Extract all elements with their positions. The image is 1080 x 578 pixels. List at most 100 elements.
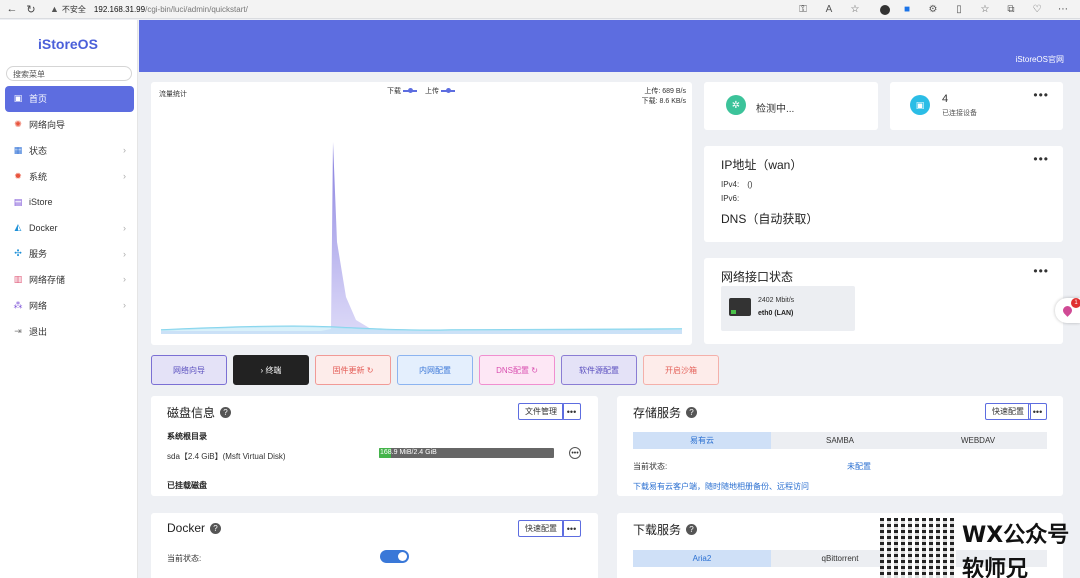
network-wizard-button[interactable]: 网络向导	[151, 355, 227, 385]
tab-yiyouyun[interactable]: 易有云	[633, 432, 771, 449]
storage-quick-config-button[interactable]: 快速配置	[985, 403, 1031, 420]
logo[interactable]: iStoreOS	[38, 36, 98, 52]
tab-samba[interactable]: SAMBA	[771, 432, 909, 449]
sidebar-item-1[interactable]: ✺ 网络向导	[5, 112, 134, 138]
ip-title: IP地址（wan）	[721, 158, 803, 172]
help-icon[interactable]: ?	[220, 407, 232, 418]
chevron-right-icon: ›	[123, 300, 126, 311]
terminal-button[interactable]: › 终端	[233, 355, 309, 385]
watermark-line2: 软师兄	[962, 557, 1029, 578]
legend-download-label: 下载	[387, 88, 401, 95]
official-site-link[interactable]: iStoreOS官网	[1016, 54, 1064, 65]
ethernet-port-icon	[729, 298, 751, 316]
legend-upload-swatch	[441, 88, 455, 93]
menu-search-input[interactable]: 搜索菜单	[6, 66, 132, 81]
disk-more-button[interactable]: •••	[562, 403, 581, 420]
store-icon: ▤	[13, 196, 23, 207]
back-arrow-icon[interactable]: ←	[5, 3, 19, 15]
extension-blue-icon[interactable]: ■	[898, 4, 916, 15]
reload-icon[interactable]: ↻	[24, 3, 38, 16]
sidebar-item-9[interactable]: ⇥ 退出	[5, 318, 134, 344]
legend-download-swatch	[403, 88, 417, 93]
traffic-title: 流量统计	[159, 91, 187, 98]
network-interfaces-card: 网络接口状态 2402 Mbit/s eth0 (LAN) •••	[704, 258, 1063, 344]
docker-more-button[interactable]: •••	[562, 520, 581, 537]
devices-more-button[interactable]: •••	[1033, 88, 1049, 102]
docker-toggle[interactable]	[380, 550, 409, 563]
heart-icon[interactable]: ♡	[1028, 4, 1046, 15]
tab-webdav[interactable]: WEBDAV	[909, 432, 1047, 449]
sidebar-item-0[interactable]: ▣ 首页	[5, 86, 134, 112]
legend-upload-label: 上传	[425, 88, 439, 95]
sidebar-item-8[interactable]: ⁂ 网络 ›	[5, 292, 134, 318]
qr-code-icon	[880, 518, 956, 578]
docker-state-label: 当前状态:	[167, 554, 202, 563]
sandbox-button[interactable]: 开启沙箱	[643, 355, 719, 385]
sidebar-item-label: 退出	[29, 326, 48, 337]
file-manager-button[interactable]: 文件管理	[518, 403, 564, 420]
docker-icon: ◭	[14, 222, 22, 233]
devices-count: 4	[942, 93, 949, 105]
sidebar-item-2[interactable]: ▦ 状态 ›	[5, 138, 134, 164]
split-screen-icon[interactable]: ▯	[950, 4, 968, 15]
devices-card: ▣ 4 已连接设备 •••	[890, 82, 1063, 130]
sidebar: iStoreOS 搜索菜单 ▣ 首页 ✺ 网络向导 ▦ 状态 › ✹ 系统 › ▤ iStore ◭ Do…	[0, 20, 138, 578]
spinner-icon: ✲	[726, 95, 746, 115]
extension-icon[interactable]	[880, 4, 890, 15]
dns-config-button[interactable]: DNS配置 ↻	[479, 355, 555, 385]
star-icon[interactable]: ☆	[846, 4, 864, 15]
key-icon[interactable]: ⚿	[794, 4, 812, 15]
software-source-button[interactable]: 软件源配置	[561, 355, 637, 385]
browser-menu-icon[interactable]: ⋯	[1054, 4, 1072, 15]
devices-icon: ▣	[910, 95, 930, 115]
sidebar-menu: ▣ 首页 ✺ 网络向导 ▦ 状态 › ✹ 系统 › ▤ iStore ◭ Docker › ✣ 服务 › ▥ 网络存储…	[5, 86, 134, 344]
sidebar-item-label: iStore	[29, 197, 53, 208]
favorites-icon[interactable]: ☆	[976, 4, 994, 15]
port-speed: 2402 Mbit/s	[758, 297, 795, 304]
dashboard-icon: ▦	[13, 144, 23, 155]
disk-usage-bar: 168.9 MiB/2.4 GiB	[379, 448, 554, 458]
sidebar-item-4[interactable]: ▤ iStore	[5, 189, 134, 215]
dns-label: DNS（自动获取）	[721, 212, 819, 226]
network-status-card: ✲ 检测中...	[704, 82, 878, 130]
address-bar[interactable]: ▲ 不安全 192.168.31.99/cgi-bin/luci/admin/q…	[50, 4, 248, 15]
read-aloud-icon[interactable]: A	[820, 4, 838, 15]
root-dir-label: 系统根目录	[167, 432, 207, 441]
docker-quick-config-button[interactable]: 快速配置	[518, 520, 564, 537]
extension-puzzle-icon[interactable]: ⚙	[924, 4, 942, 15]
sidebar-item-label: 服务	[29, 249, 48, 260]
traffic-legend[interactable]: 下载 上传	[387, 86, 463, 96]
disk-title: 磁盘信息?	[167, 404, 232, 421]
docker-title: Docker?	[167, 521, 222, 535]
sidebar-item-3[interactable]: ✹ 系统 ›	[5, 163, 134, 189]
port-name: eth0 (LAN)	[758, 310, 794, 317]
sidebar-item-7[interactable]: ▥ 网络存储 ›	[5, 267, 134, 293]
warning-icon: ▲	[50, 4, 59, 14]
disk-usage-text: 168.9 MiB/2.4 GiB	[380, 449, 437, 456]
refresh-icon: ↻	[364, 365, 374, 375]
ip-more-button[interactable]: •••	[1033, 152, 1049, 166]
collections-icon[interactable]: ⧉	[1002, 4, 1020, 15]
logout-icon: ⇥	[14, 325, 22, 336]
chevron-right-icon: ›	[123, 145, 126, 156]
firmware-update-button[interactable]: 固件更新 ↻	[315, 355, 391, 385]
storage-title-text: 存储服务	[633, 406, 682, 420]
sidebar-item-5[interactable]: ◭ Docker ›	[5, 215, 134, 241]
help-icon[interactable]: ?	[686, 407, 698, 418]
interfaces-more-button[interactable]: •••	[1033, 264, 1049, 278]
storage-state-link[interactable]: 未配置	[847, 461, 871, 472]
floating-helper-button[interactable]: 1	[1055, 298, 1080, 323]
tab-aria2[interactable]: Aria2	[633, 550, 771, 567]
port-eth0[interactable]: 2402 Mbit/s eth0 (LAN)	[721, 286, 855, 331]
ipv6-value: IPv6:	[721, 194, 740, 203]
browser-toolbar: ← ↻ ▲ 不安全 192.168.31.99/cgi-bin/luci/adm…	[0, 0, 1080, 19]
lan-config-button[interactable]: 内网配置	[397, 355, 473, 385]
sidebar-item-6[interactable]: ✣ 服务 ›	[5, 241, 134, 267]
disk-options-button[interactable]: •••	[569, 447, 581, 459]
status-text: 检测中...	[756, 104, 795, 115]
download-client-link[interactable]: 下载易有云客户端，随时随地相册备份、远程访问	[633, 481, 809, 492]
refresh-icon: ↻	[528, 365, 538, 375]
storage-more-button[interactable]: •••	[1028, 403, 1047, 420]
help-icon[interactable]: ?	[210, 522, 222, 534]
help-icon[interactable]: ?	[686, 524, 698, 535]
